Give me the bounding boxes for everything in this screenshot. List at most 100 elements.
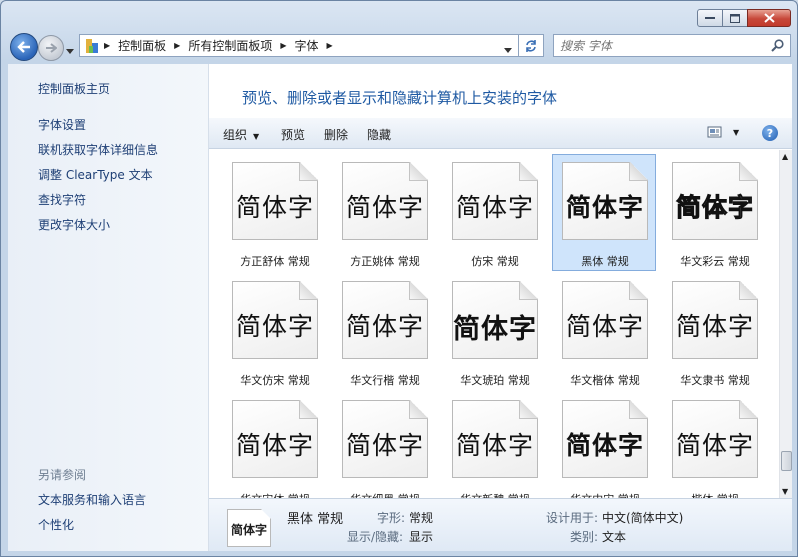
designed-for-value: 中文(简体中文)	[602, 511, 684, 525]
address-bar[interactable]: ▶ 控制面板 ▶ 所有控制面板项 ▶ 字体 ▶	[79, 34, 519, 57]
breadcrumb-fonts[interactable]: 字体	[291, 37, 323, 54]
preview-sample-text: 简体字	[230, 523, 267, 537]
font-item-label: 华文新魏 常规	[443, 491, 547, 498]
font-item[interactable]: 简体字楷体 常规	[663, 393, 767, 498]
font-item[interactable]: 简体字 华文彩云 常规	[663, 155, 767, 272]
font-file-icon: 简体字	[342, 162, 428, 240]
selected-font-preview: 简体字	[227, 509, 271, 547]
breadcrumb-arrow[interactable]: ▶	[323, 41, 337, 50]
caption-buttons	[697, 9, 791, 27]
search-input[interactable]	[554, 35, 754, 56]
hide-button[interactable]: 隐藏	[367, 126, 391, 143]
maximize-button[interactable]	[722, 9, 748, 27]
refresh-button[interactable]	[519, 34, 544, 57]
view-icon	[707, 126, 722, 138]
find-character-link[interactable]: 查找字符	[38, 191, 86, 208]
search-icon[interactable]	[771, 39, 784, 55]
font-item[interactable]: 简体字 华文仿宋 常规	[223, 274, 327, 391]
font-item-label: 华文细黑 常规	[333, 491, 437, 498]
font-item[interactable]: 简体字华文行楷 常规	[333, 274, 437, 391]
font-grid: 简体字 方正舒体 常规 简体字 方正姚体 常规 简体字 仿宋 常规 简体字 黑体 常规 简体字华…	[209, 150, 779, 498]
category-value: 文本	[602, 530, 627, 544]
search-box[interactable]	[553, 34, 791, 57]
address-history-dropdown[interactable]	[504, 42, 512, 56]
forward-button[interactable]	[38, 35, 64, 61]
breadcrumb-arrow[interactable]: ▶	[100, 41, 114, 50]
view-options-dropdown[interactable]: ▼	[733, 128, 739, 137]
forward-arrow-icon	[46, 43, 57, 53]
breadcrumb-arrow[interactable]: ▶	[170, 41, 184, 50]
change-view-button[interactable]	[707, 125, 723, 142]
font-item[interactable]: 简体字华文新魏 常规	[443, 393, 547, 498]
font-file-icon: 简体字	[342, 400, 428, 478]
style-label: 字形:	[377, 511, 406, 525]
font-item[interactable]: 简体字 仿宋 常规	[443, 155, 547, 272]
font-file-icon: 简体字	[342, 281, 428, 359]
scroll-thumb[interactable]	[781, 451, 792, 471]
font-item-label: 华文行楷 常规	[350, 374, 420, 387]
breadcrumb-arrow[interactable]: ▶	[276, 41, 290, 50]
font-item[interactable]: 简体字华文楷体 常规	[553, 274, 657, 391]
chevron-down-icon: ▼	[253, 132, 260, 141]
left-nav-pane: 控制面板主页 字体设置 联机获取字体详细信息 调整 ClearType 文本 查…	[8, 64, 209, 551]
font-item[interactable]: 简体字方正姚体 常规	[333, 155, 437, 272]
font-sample-text: 简体字	[345, 431, 424, 460]
breadcrumb-control-panel[interactable]: 控制面板	[114, 37, 170, 54]
close-button[interactable]	[747, 9, 791, 27]
font-settings-link[interactable]: 字体设置	[38, 116, 86, 133]
font-sample-text: 简体字	[345, 312, 424, 341]
font-item[interactable]: 简体字华文细黑 常规	[333, 393, 437, 498]
delete-button[interactable]: 删除	[324, 126, 348, 143]
minimize-icon	[705, 17, 715, 19]
designed-for-label: 设计用于:	[546, 511, 599, 525]
visibility-value: 显示	[409, 530, 434, 544]
selected-font-name: 黑体 常规	[287, 512, 344, 527]
breadcrumb-all-items[interactable]: 所有控制面板项	[184, 37, 276, 54]
preview-button[interactable]: 预览	[281, 126, 305, 143]
help-button[interactable]: ?	[762, 125, 778, 141]
back-button[interactable]	[10, 33, 38, 61]
page-title: 预览、删除或者显示和隐藏计算机上安装的字体	[242, 89, 558, 107]
font-item[interactable]: 简体字华文宋体 常规	[223, 393, 327, 498]
get-font-info-online-link[interactable]: 联机获取字体详细信息	[38, 141, 158, 158]
font-item[interactable]: 简体字 华文隶书 常规	[663, 274, 767, 391]
back-arrow-icon	[17, 41, 30, 53]
font-file-icon: 简体字	[672, 400, 758, 478]
font-item-label: 华文彩云 常规	[680, 255, 750, 268]
personalization-link[interactable]: 个性化	[38, 516, 74, 533]
scroll-up-arrow-icon[interactable]: ▲	[782, 152, 788, 161]
font-item-label: 华文中宋 常规	[553, 491, 657, 498]
font-item-label: 华文宋体 常规	[223, 491, 327, 498]
close-icon	[763, 13, 775, 23]
adjust-cleartype-link[interactable]: 调整 ClearType 文本	[38, 166, 153, 183]
font-file-icon: 简体字	[452, 162, 538, 240]
font-sample-text: 简体字	[455, 195, 534, 222]
font-item[interactable]: 简体字华文中宋 常规	[553, 393, 657, 498]
style-value: 常规	[409, 511, 434, 525]
font-file-icon: 简体字	[562, 162, 648, 240]
font-item[interactable]: 简体字 黑体 常规	[552, 154, 656, 271]
font-item[interactable]: 简体字 华文琥珀 常规	[443, 274, 547, 391]
font-item-label: 华文隶书 常规	[680, 374, 750, 387]
scroll-down-arrow-icon[interactable]: ▼	[782, 487, 788, 496]
font-sample-text: 简体字	[235, 431, 314, 460]
font-item-label: 方正姚体 常规	[350, 255, 420, 268]
organize-menu[interactable]: 组织 ▼	[223, 126, 259, 143]
font-file-icon: 简体字	[232, 281, 318, 359]
font-item-label: 华文琥珀 常规	[460, 374, 530, 387]
font-item-label: 楷体 常规	[663, 491, 767, 498]
font-item[interactable]: 简体字 方正舒体 常规	[223, 155, 327, 272]
font-file-icon: 简体字	[562, 281, 648, 359]
vertical-scrollbar[interactable]: ▲ ▼	[779, 150, 792, 498]
font-item-label: 华文楷体 常规	[570, 374, 640, 387]
content-pane: 预览、删除或者显示和隐藏计算机上安装的字体 组织 ▼ 预览 删除 隐藏 ▼ ? 简…	[209, 64, 792, 551]
minimize-button[interactable]	[697, 9, 723, 27]
control-panel-home-link[interactable]: 控制面板主页	[38, 80, 110, 97]
explorer-window: ▶ 控制面板 ▶ 所有控制面板项 ▶ 字体 ▶ 控制面板主页 字体设置 联机获取…	[0, 0, 798, 557]
text-services-link[interactable]: 文本服务和输入语言	[38, 491, 146, 508]
change-font-size-link[interactable]: 更改字体大小	[38, 216, 110, 233]
recent-pages-dropdown[interactable]	[66, 43, 74, 57]
font-sample-text: 简体字	[345, 193, 424, 222]
chevron-down-icon	[504, 48, 512, 53]
maximize-icon	[730, 13, 740, 23]
